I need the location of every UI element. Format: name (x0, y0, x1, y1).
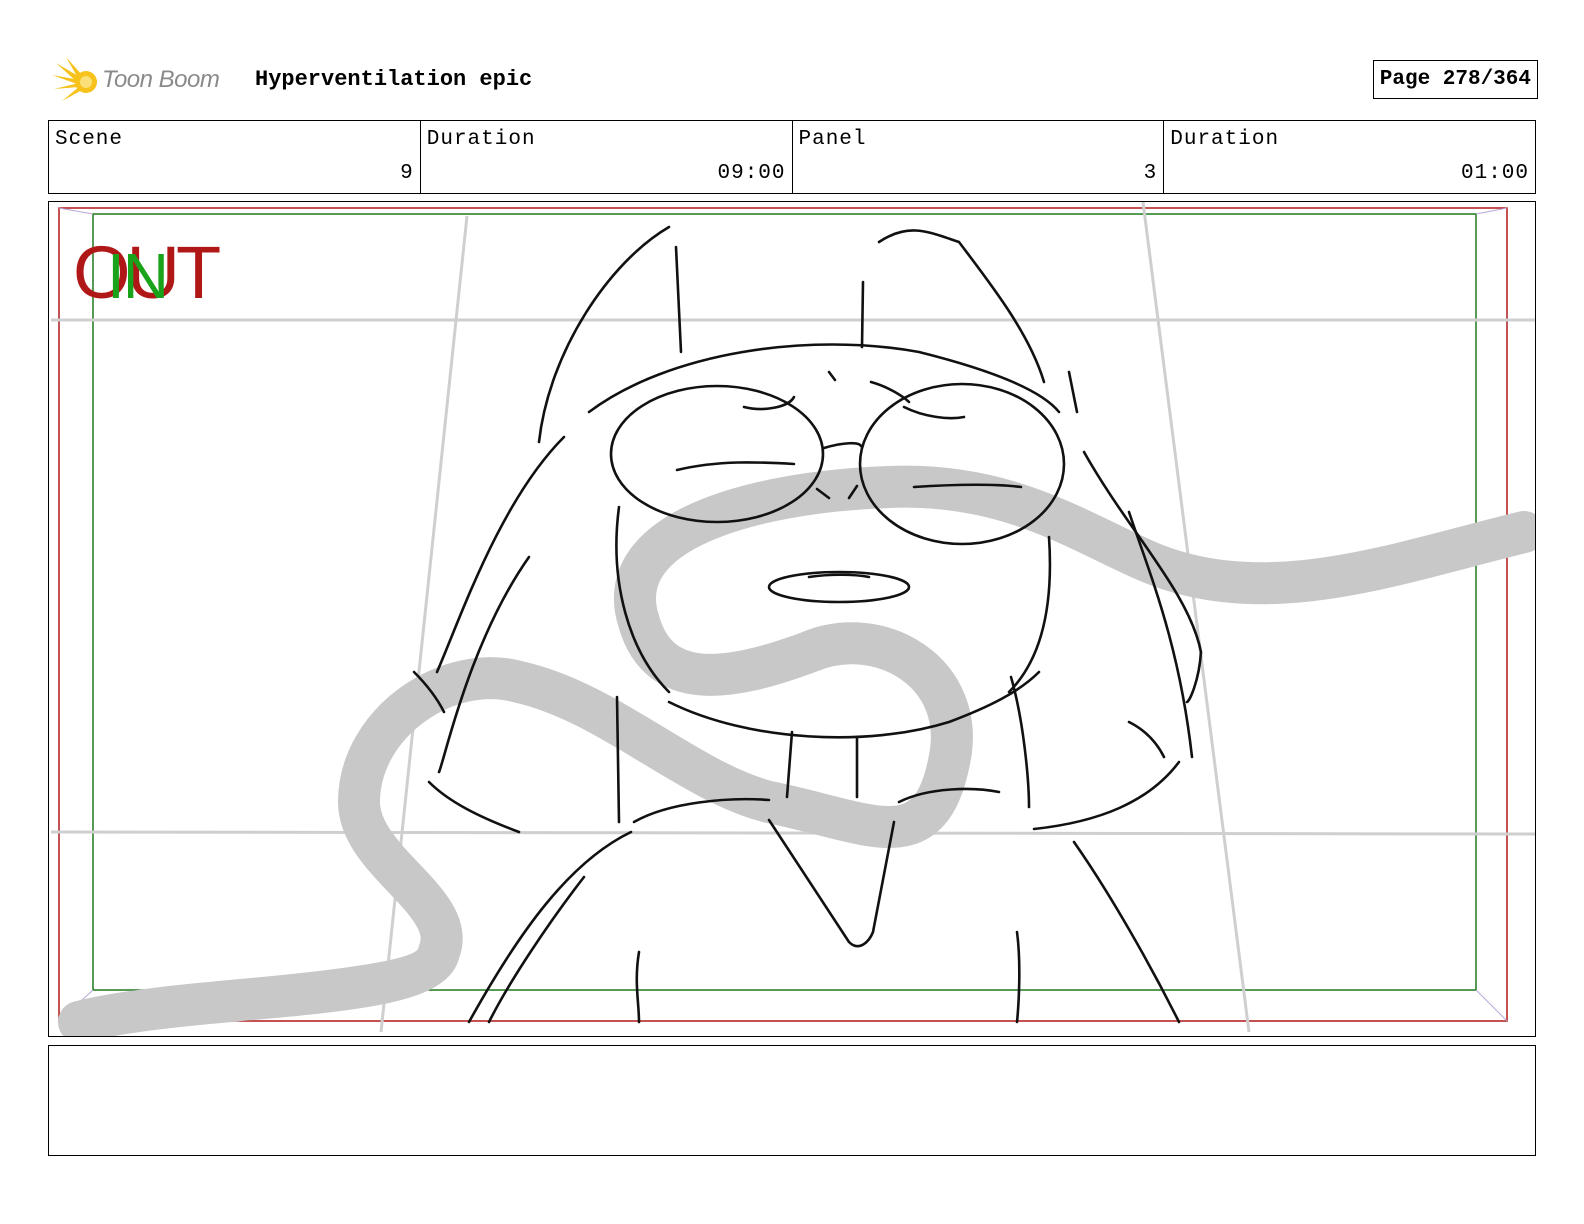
scene-info-row: Scene 9 Duration 09:00 Panel 3 Duration … (48, 120, 1536, 194)
panel-label: Panel (798, 128, 867, 151)
caption-box[interactable] (48, 1045, 1536, 1156)
scene-duration-cell: Duration 09:00 (421, 121, 793, 193)
panel-drawing: OUT IN (50, 202, 1535, 1036)
smoke-swirl (58, 465, 1535, 1036)
panel-duration-label: Duration (1170, 128, 1280, 151)
scene-value: 9 (400, 162, 414, 185)
scene-cell: Scene 9 (49, 121, 421, 193)
perspective-guides (50, 202, 1535, 1033)
page-number: Page 278/364 (1372, 60, 1538, 99)
panel-duration-cell: Duration 01:00 (1164, 121, 1535, 193)
character-sketch (412, 225, 1203, 1024)
project-title: Hyperventilation epic (255, 67, 533, 92)
toon-boom-logo: Toon Boom (50, 55, 240, 105)
panel-duration-value: 01:00 (1460, 162, 1529, 185)
camera-frame-out (58, 207, 1508, 1022)
logo-wordmark: Toon Boom (102, 66, 220, 93)
scene-duration-label: Duration (426, 128, 536, 151)
page-header: Toon Boom Hyperventilation epic Page 278… (50, 55, 1538, 105)
storyboard-panel: OUT IN (48, 201, 1536, 1037)
scene-duration-value: 09:00 (717, 162, 786, 185)
in-marker: IN (107, 240, 167, 312)
panel-value: 3 (1143, 162, 1158, 185)
frame-corner-lines (58, 207, 1508, 1022)
scene-label: Scene (55, 128, 124, 151)
panel-cell: Panel 3 (793, 121, 1165, 193)
starburst-icon (52, 57, 97, 101)
